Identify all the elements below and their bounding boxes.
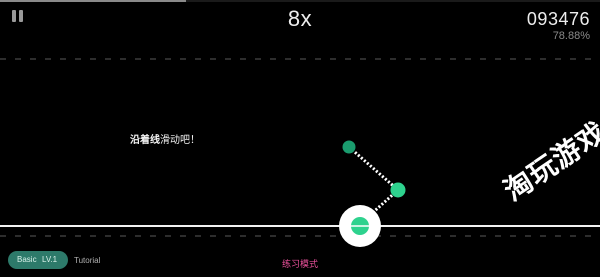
- practice-mode-label: 练习模式: [281, 259, 318, 269]
- play-field[interactable]: [0, 0, 600, 277]
- drag-chain-link: [348, 145, 399, 192]
- drag-note: [390, 182, 406, 198]
- tutorial-hint-text: 滑动吧！: [160, 135, 200, 146]
- tutorial-hint: 沿着线滑动吧！: [130, 131, 200, 146]
- drag-note-head: [342, 140, 356, 154]
- tutorial-hint-emphasis: 沿着线: [130, 135, 160, 146]
- game-screen[interactable]: 8x 093476 78.88% 沿着线滑动吧！ Basic LV.1 Tuto…: [0, 0, 600, 277]
